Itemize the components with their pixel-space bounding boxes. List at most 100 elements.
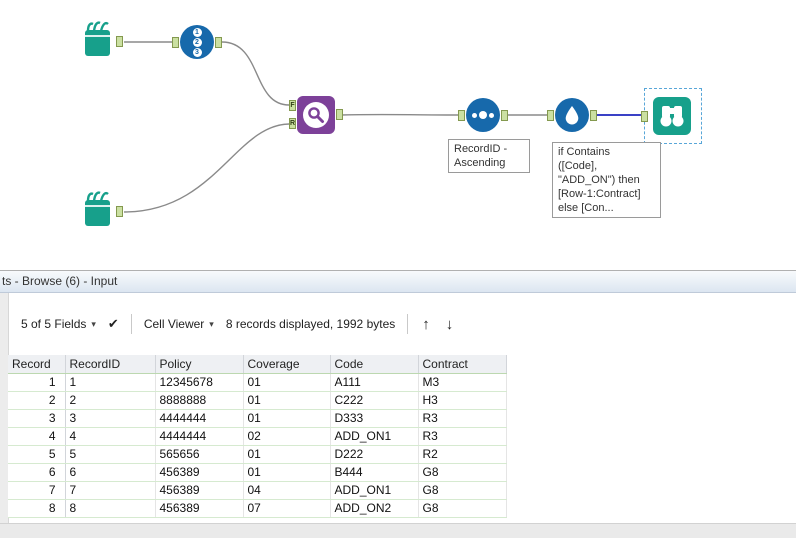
- data-cell[interactable]: D333: [330, 409, 419, 428]
- input-anchor-f[interactable]: F: [289, 100, 296, 111]
- data-cell[interactable]: A111: [330, 373, 419, 392]
- input-anchor[interactable]: [547, 110, 554, 121]
- data-cell[interactable]: 4444444: [155, 409, 244, 428]
- output-anchor[interactable]: [116, 36, 123, 47]
- column-header[interactable]: RecordID: [65, 355, 156, 374]
- results-panel: ts - Browse (6) - Input 5 of 5 Fields ▾ …: [0, 270, 796, 538]
- badge-2: 2: [192, 37, 202, 47]
- output-anchor[interactable]: [116, 206, 123, 217]
- bottom-strip: [0, 523, 796, 538]
- data-cell[interactable]: 7: [65, 481, 156, 500]
- recordid-icon: 1 2 3: [180, 25, 214, 59]
- data-cell[interactable]: 8: [65, 499, 156, 518]
- recordid-tool[interactable]: 1 2 3: [172, 25, 222, 59]
- fields-dropdown[interactable]: 5 of 5 Fields ▾: [21, 317, 96, 331]
- input-anchor[interactable]: [172, 37, 179, 48]
- column-header[interactable]: Code: [330, 355, 419, 374]
- input-anchor-r[interactable]: R: [289, 118, 296, 129]
- data-cell[interactable]: 12345678: [155, 373, 244, 392]
- formula-annotation[interactable]: if Contains ([Code], "ADD_ON") then [Row…: [552, 142, 661, 218]
- data-cell[interactable]: H3: [418, 391, 507, 410]
- data-cell[interactable]: B444: [330, 463, 419, 482]
- column-header[interactable]: Coverage: [243, 355, 331, 374]
- data-cell[interactable]: 4: [65, 427, 156, 446]
- data-cell[interactable]: 01: [243, 373, 331, 392]
- sort-annotation[interactable]: RecordID - Ascending: [448, 139, 530, 173]
- data-cell[interactable]: 456389: [155, 463, 244, 482]
- data-cell[interactable]: R2: [418, 445, 507, 464]
- data-cell[interactable]: 456389: [155, 481, 244, 500]
- data-cell[interactable]: ADD_ON1: [330, 481, 419, 500]
- row-number-cell[interactable]: 4: [8, 427, 66, 446]
- data-cell[interactable]: 3: [65, 409, 156, 428]
- results-panel-header: ts - Browse (6) - Input: [0, 271, 796, 293]
- output-anchor[interactable]: [336, 109, 343, 120]
- data-cell[interactable]: 2: [65, 391, 156, 410]
- results-table: Record RecordID Policy Coverage Code Contract…: [8, 355, 507, 518]
- find-replace-tool[interactable]: F R: [289, 96, 343, 134]
- input-data-icon: [76, 21, 118, 66]
- column-header[interactable]: Policy: [155, 355, 244, 374]
- results-toolbar: 5 of 5 Fields ▾ ✔ Cell Viewer ▾ 8 record…: [9, 293, 796, 355]
- data-cell[interactable]: 01: [243, 463, 331, 482]
- data-cell[interactable]: G8: [418, 463, 507, 482]
- data-cell[interactable]: 01: [243, 409, 331, 428]
- data-cell[interactable]: C222: [330, 391, 419, 410]
- down-arrow-button[interactable]: ↓: [444, 316, 456, 333]
- data-cell[interactable]: 1: [65, 373, 156, 392]
- data-cell[interactable]: G8: [418, 481, 507, 500]
- input-data-tool-2[interactable]: [76, 190, 124, 234]
- table-row: 4 4 4444444 02 ADD_ON1 R3: [8, 427, 507, 446]
- row-number-cell[interactable]: 7: [8, 481, 66, 500]
- output-anchor[interactable]: [590, 110, 597, 121]
- data-cell[interactable]: R3: [418, 427, 507, 446]
- data-cell[interactable]: 04: [243, 481, 331, 500]
- table-row: 3 3 4444444 01 D333 R3: [8, 409, 507, 428]
- data-cell[interactable]: G8: [418, 499, 507, 518]
- multi-row-formula-tool[interactable]: [547, 98, 597, 132]
- sort-icon: [466, 98, 500, 132]
- binoculars-icon: [660, 106, 684, 127]
- output-anchor[interactable]: [501, 110, 508, 121]
- column-header[interactable]: Contract: [418, 355, 507, 374]
- input-anchor[interactable]: [641, 111, 648, 122]
- row-number-cell[interactable]: 5: [8, 445, 66, 464]
- table-row: 5 5 565656 01 D222 R2: [8, 445, 507, 464]
- up-arrow-button[interactable]: ↑: [420, 316, 432, 333]
- row-number-cell[interactable]: 2: [8, 391, 66, 410]
- chevron-down-icon: ▾: [209, 318, 214, 329]
- browse-tool-selection[interactable]: [641, 88, 702, 144]
- toolbar-separator: [130, 314, 132, 334]
- cell-viewer-dropdown[interactable]: Cell Viewer ▾: [144, 317, 214, 331]
- data-cell[interactable]: M3: [418, 373, 507, 392]
- data-cell[interactable]: 8888888: [155, 391, 244, 410]
- chevron-down-icon: ▾: [91, 318, 96, 329]
- data-cell[interactable]: 456389: [155, 499, 244, 518]
- row-number-cell[interactable]: 8: [8, 499, 66, 518]
- data-cell[interactable]: ADD_ON1: [330, 427, 419, 446]
- data-cell[interactable]: 01: [243, 445, 331, 464]
- data-cell[interactable]: 565656: [155, 445, 244, 464]
- sort-tool[interactable]: [458, 98, 508, 132]
- input-anchor[interactable]: [458, 110, 465, 121]
- data-cell[interactable]: ADD_ON2: [330, 499, 419, 518]
- output-anchor[interactable]: [215, 37, 222, 48]
- data-cell[interactable]: D222: [330, 445, 419, 464]
- data-cell[interactable]: 4444444: [155, 427, 244, 446]
- data-cell[interactable]: R3: [418, 409, 507, 428]
- data-cell[interactable]: 6: [65, 463, 156, 482]
- data-cell[interactable]: 02: [243, 427, 331, 446]
- fields-dropdown-label: 5 of 5 Fields: [21, 317, 87, 331]
- data-cell[interactable]: 07: [243, 499, 331, 518]
- row-number-cell[interactable]: 3: [8, 409, 66, 428]
- browse-tool[interactable]: [653, 97, 691, 135]
- data-cell[interactable]: 5: [65, 445, 156, 464]
- data-cell[interactable]: 01: [243, 391, 331, 410]
- toolbar-separator: [407, 314, 409, 334]
- row-number-cell[interactable]: 1: [8, 373, 66, 392]
- row-number-cell[interactable]: 6: [8, 463, 66, 482]
- input-data-tool-1[interactable]: [76, 20, 124, 64]
- column-header[interactable]: Record: [8, 355, 66, 374]
- cell-viewer-label: Cell Viewer: [143, 317, 205, 331]
- apply-check-button[interactable]: ✔: [108, 316, 119, 332]
